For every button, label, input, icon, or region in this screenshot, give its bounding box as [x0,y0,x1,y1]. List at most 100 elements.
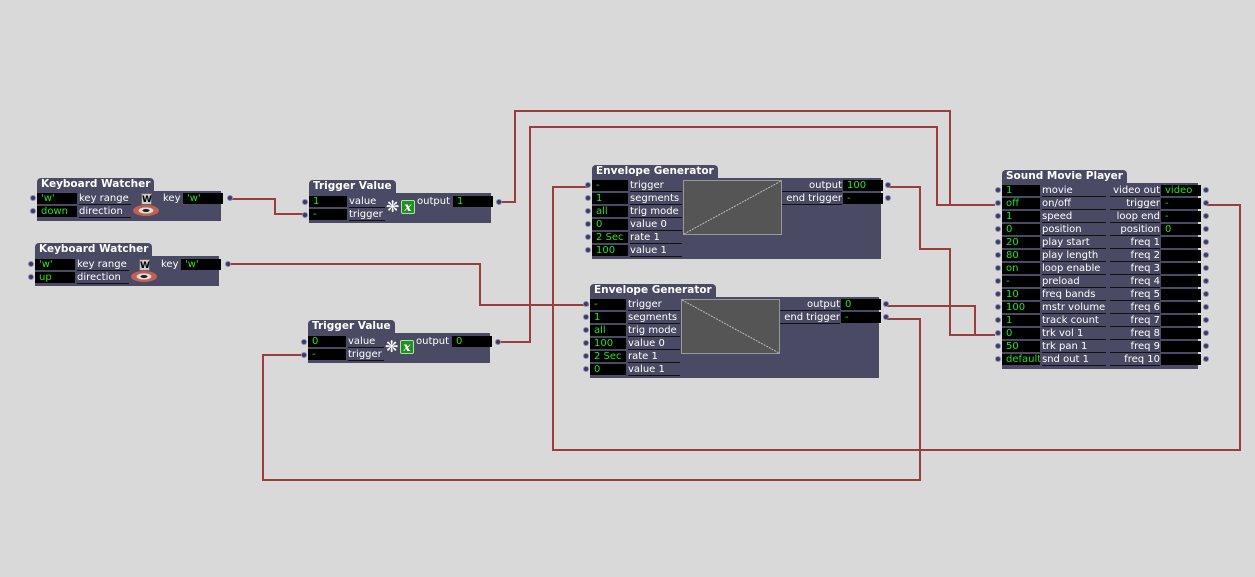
output-port-output[interactable] [496,199,502,205]
loop-enable-field[interactable]: on [1002,263,1040,274]
actor-title[interactable]: Trigger Value [309,180,396,193]
output-port-trigger[interactable] [1203,200,1209,206]
input-port-preload[interactable] [995,278,1001,284]
mstr-volume-field[interactable]: 100 [1002,302,1040,313]
freq-bands-field[interactable]: 10 [1002,289,1040,300]
input-port-loop-enable[interactable] [995,265,1001,271]
input-port-value-0[interactable] [585,221,591,227]
preload-field[interactable]: - [1002,276,1040,287]
snd-out-1-field[interactable]: default [1002,354,1040,365]
input-port-trigger[interactable] [301,352,307,358]
output-port-key[interactable] [225,261,231,267]
input-port-value[interactable] [301,339,307,345]
input-port-speed[interactable] [995,213,1001,219]
input-port-trk-vol-1[interactable] [995,330,1001,336]
output-port-freq-8[interactable] [1203,330,1209,336]
key-range-field[interactable]: 'w' [35,259,75,270]
output-port-video-out[interactable] [1203,187,1209,193]
trk-vol-1-field[interactable]: 0 [1002,328,1040,339]
actor-title[interactable]: Envelope Generator [592,165,718,178]
direction-field[interactable]: up [35,272,75,283]
rate-1-field[interactable]: 2 Sec [590,351,626,362]
output-port-output[interactable] [495,339,501,345]
trig-mode-field[interactable]: all [592,206,628,217]
output-port-output[interactable] [885,182,891,188]
input-port-mstr-volume[interactable] [995,304,1001,310]
output-port-end-trigger[interactable] [883,314,889,320]
output-port-freq-7[interactable] [1203,317,1209,323]
track-count-field[interactable]: 1 [1002,315,1040,326]
value-field[interactable]: 0 [308,336,346,347]
input-port-movie[interactable] [995,187,1001,193]
input-port-direction[interactable] [30,208,36,214]
movie-field[interactable]: 1 [1002,185,1040,196]
input-port-freq-bands[interactable] [995,291,1001,297]
speed-field[interactable]: 1 [1002,211,1040,222]
input-port-value-1[interactable] [583,366,589,372]
trigger-field[interactable]: - [590,299,626,310]
actor-title[interactable]: Envelope Generator [590,284,716,297]
input-port-trk-pan-1[interactable] [995,343,1001,349]
input-port-snd-out-1[interactable] [995,356,1001,362]
trig-mode-field[interactable]: all [590,325,626,336]
input-port-trigger[interactable] [585,182,591,188]
trigger-field[interactable]: - [308,349,346,360]
input-port-rate-1[interactable] [583,353,589,359]
value-0-field[interactable]: 0 [592,219,628,230]
input-port-track-count[interactable] [995,317,1001,323]
input-port-segments[interactable] [583,314,589,320]
wire-kw1-to-tv1-trigger[interactable] [229,198,307,215]
play-length-field[interactable]: 80 [1002,250,1040,261]
output-port-freq-9[interactable] [1203,343,1209,349]
envelope-curve-graph[interactable] [681,299,780,354]
input-port-value-1[interactable] [585,247,591,253]
trigger-field[interactable]: - [592,180,628,191]
trigger-field[interactable]: - [309,209,347,220]
input-port-direction[interactable] [28,274,34,280]
wire-kw2-to-eg2-trigger[interactable] [227,263,589,306]
key-range-field[interactable]: 'w' [37,193,77,204]
output-port-freq-6[interactable] [1203,304,1209,310]
rate-1-field[interactable]: 2 Sec [592,232,628,243]
input-port-trig-mode[interactable] [583,327,589,333]
output-port-position[interactable] [1203,226,1209,232]
wire-eg1-to-smp-trkvol[interactable] [887,186,995,336]
input-port-value[interactable] [302,199,308,205]
play-start-field[interactable]: 20 [1002,237,1040,248]
output-port-freq-3[interactable] [1203,265,1209,271]
direction-field[interactable]: down [37,206,77,217]
envelope-curve-graph[interactable] [683,180,782,235]
output-port-freq-4[interactable] [1203,278,1209,284]
segments-field[interactable]: 1 [590,312,626,323]
value-field[interactable]: 1 [309,196,347,207]
input-port-rate-1[interactable] [585,234,591,240]
input-port-key-range[interactable] [30,195,36,201]
output-port-key[interactable] [227,195,233,201]
value-1-field[interactable]: 100 [592,245,628,256]
value-1-field[interactable]: 0 [590,364,626,375]
position-field[interactable]: 0 [1002,224,1040,235]
output-port-end-trigger[interactable] [885,195,891,201]
segments-field[interactable]: 1 [592,193,628,204]
wire-eg2-to-smp-trkvol[interactable] [887,305,995,336]
input-port-key-range[interactable] [28,261,34,267]
output-port-freq-1[interactable] [1203,239,1209,245]
actor-title[interactable]: Trigger Value [308,320,395,333]
actor-title[interactable]: Keyboard Watcher [35,243,153,256]
actor-title[interactable]: Keyboard Watcher [37,178,155,191]
output-port-freq-5[interactable] [1203,291,1209,297]
input-port-position[interactable] [995,226,1001,232]
input-port-play-start[interactable] [995,239,1001,245]
input-port-play-length[interactable] [995,252,1001,258]
input-port-trigger[interactable] [583,301,589,307]
value-0-field[interactable]: 100 [590,338,626,349]
input-port-trig-mode[interactable] [585,208,591,214]
actor-title[interactable]: Sound Movie Player [1002,170,1127,183]
output-port-freq-10[interactable] [1203,356,1209,362]
input-port-value-0[interactable] [583,340,589,346]
output-port-output[interactable] [883,301,889,307]
input-port-trigger[interactable] [302,212,308,218]
on-off-field[interactable]: off [1002,198,1040,209]
input-port-on-off[interactable] [995,200,1001,206]
input-port-segments[interactable] [585,195,591,201]
